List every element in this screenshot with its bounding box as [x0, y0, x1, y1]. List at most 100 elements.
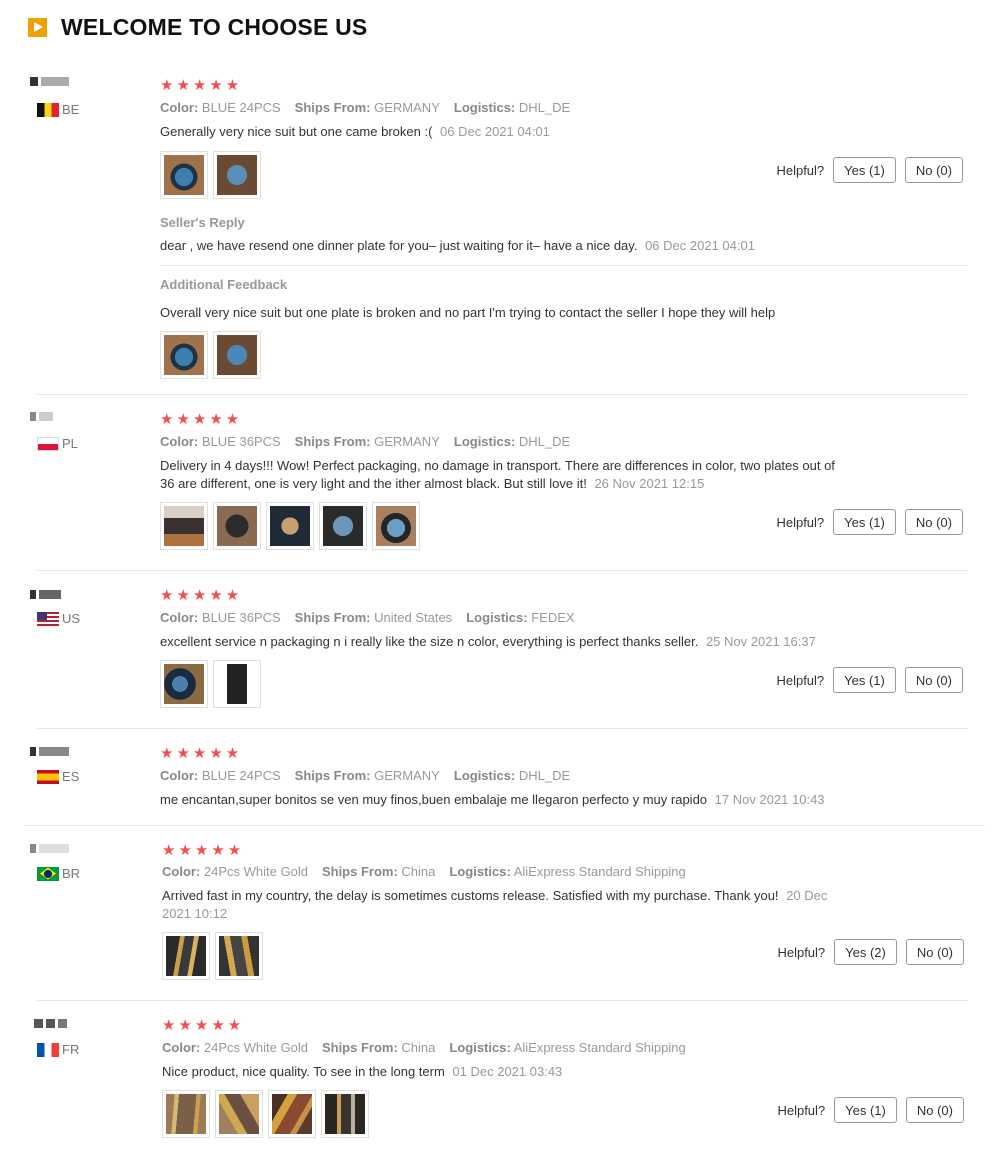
review-text: Nice product, nice quality. To see in th… — [162, 1064, 563, 1079]
country-code: BR — [62, 866, 81, 881]
helpful-label: Helpful? — [777, 1102, 826, 1118]
seller-reply-date: 06 Dec 2021 04:01 — [645, 238, 755, 253]
additional-feedback-label: Additional Feedback — [160, 277, 288, 292]
review-text: Arrived fast in my country, the delay is… — [162, 888, 828, 921]
color-value: BLUE 36PCS — [201, 610, 281, 625]
ships-from-value: China — [401, 864, 436, 879]
review-photos — [162, 932, 263, 980]
additional-feedback-text: Overall very nice suit but one plate is … — [160, 305, 776, 320]
review-photo[interactable] — [160, 502, 208, 550]
review-divider — [37, 728, 968, 729]
review-meta: Color: BLUE 24PCS Ships From: GERMANY Logi… — [160, 100, 571, 115]
review-photo[interactable] — [266, 502, 314, 550]
divider — [160, 265, 968, 266]
helpful-controls: Helpful? Yes (1) No (0) — [777, 1097, 964, 1123]
review-date: 20 Dec — [786, 888, 828, 903]
usa-flag-icon — [37, 611, 59, 626]
review-photo[interactable] — [162, 1090, 210, 1138]
page-title: WELCOME TO CHOOSE US — [61, 13, 368, 40]
helpful-yes-button[interactable]: Yes (1) — [833, 157, 896, 183]
color-value: BLUE 24PCS — [201, 768, 281, 783]
review-photo[interactable] — [213, 151, 261, 199]
review-photo[interactable] — [213, 502, 261, 550]
review-photo[interactable] — [162, 932, 210, 980]
country-badge: FR — [37, 1042, 79, 1057]
color-value: 24Pcs White Gold — [203, 864, 308, 879]
logistics-value: AliExpress Standard Shipping — [513, 1040, 686, 1055]
country-code: BE — [62, 102, 80, 117]
review-photos — [162, 1090, 369, 1138]
poland-flag-icon — [37, 436, 59, 451]
review-text: excellent service n packaging n i really… — [160, 634, 816, 649]
helpful-controls: Helpful? Yes (2) No (0) — [777, 939, 964, 965]
logistics-value: DHL_DE — [518, 434, 571, 449]
review-photo[interactable] — [215, 932, 263, 980]
seller-reply-label: Seller's Reply — [160, 215, 245, 230]
review-text: Generally very nice suit but one came br… — [160, 124, 550, 139]
avatar — [34, 1018, 67, 1028]
logistics-value: AliExpress Standard Shipping — [513, 864, 686, 879]
ships-from-value: GERMANY — [374, 434, 440, 449]
rating-stars: ★★★★★ — [160, 745, 243, 762]
helpful-controls: Helpful? Yes (1) No (0) — [776, 667, 963, 693]
helpful-no-button[interactable]: No (0) — [904, 509, 963, 535]
avatar — [30, 843, 69, 853]
review-photo[interactable] — [268, 1090, 316, 1138]
review-photo[interactable] — [215, 1090, 263, 1138]
review-meta: Color: BLUE 36PCS Ships From: United Stat… — [160, 610, 575, 625]
france-flag-icon — [37, 1042, 59, 1057]
review-date: 25 Nov 2021 16:37 — [705, 634, 816, 649]
avatar — [30, 76, 69, 86]
review-photo[interactable] — [319, 502, 367, 550]
helpful-no-button[interactable]: No (0) — [904, 667, 963, 693]
country-badge: PL — [37, 436, 78, 451]
logistics-value: FEDEX — [531, 610, 575, 625]
country-code: FR — [62, 1042, 80, 1057]
section-header: WELCOME TO CHOOSE US — [28, 12, 367, 42]
helpful-no-button[interactable]: No (0) — [905, 939, 964, 965]
color-value: 24Pcs White Gold — [203, 1040, 308, 1055]
helpful-yes-button[interactable]: Yes (1) — [834, 1097, 897, 1123]
review-date: 01 Dec 2021 03:43 — [452, 1064, 563, 1079]
review-date: 06 Dec 2021 04:01 — [440, 124, 550, 139]
helpful-yes-button[interactable]: Yes (1) — [833, 667, 896, 693]
country-code: ES — [62, 769, 80, 784]
rating-stars: ★★★★★ — [162, 842, 245, 859]
review-photo[interactable] — [160, 660, 208, 708]
review-meta: Color: 24Pcs White Gold Ships From: China… — [162, 1040, 686, 1055]
helpful-label: Helpful? — [776, 514, 825, 530]
rating-stars: ★★★★★ — [162, 1017, 245, 1034]
helpful-yes-button[interactable]: Yes (2) — [834, 939, 897, 965]
review-photo[interactable] — [213, 331, 261, 379]
review-date: 17 Nov 2021 10:43 — [714, 792, 825, 807]
helpful-yes-button[interactable]: Yes (1) — [833, 509, 896, 535]
review-photo[interactable] — [372, 502, 420, 550]
review-photo[interactable] — [160, 151, 208, 199]
review-photo[interactable] — [160, 331, 208, 379]
review-date-continued: 2021 10:12 — [162, 906, 228, 921]
review-divider — [37, 394, 968, 395]
helpful-label: Helpful? — [776, 672, 825, 688]
helpful-label: Helpful? — [776, 162, 825, 178]
spain-flag-icon — [37, 769, 59, 784]
review-photo[interactable] — [321, 1090, 369, 1138]
rating-stars: ★★★★★ — [160, 411, 243, 428]
rating-stars: ★★★★★ — [160, 587, 243, 604]
logistics-value: DHL_DE — [518, 100, 571, 115]
review-text: me encantan,super bonitos se ven muy fin… — [160, 792, 825, 807]
ships-from-value: China — [401, 1040, 436, 1055]
helpful-no-button[interactable]: No (0) — [904, 157, 963, 183]
avatar — [30, 411, 53, 421]
helpful-no-button[interactable]: No (0) — [905, 1097, 964, 1123]
review-photo[interactable] — [213, 660, 261, 708]
rating-stars: ★★★★★ — [160, 77, 243, 94]
seller-reply-text: dear , we have resend one dinner plate f… — [160, 238, 755, 253]
avatar — [30, 746, 69, 756]
review-divider — [37, 570, 968, 571]
country-code: US — [62, 611, 81, 626]
review-date: 26 Nov 2021 12:15 — [594, 476, 705, 491]
country-badge: BR — [37, 866, 80, 881]
review-meta: Color: BLUE 24PCS Ships From: GERMANY Logi… — [160, 768, 571, 783]
review-divider — [37, 1000, 968, 1001]
country-badge: ES — [37, 769, 79, 784]
